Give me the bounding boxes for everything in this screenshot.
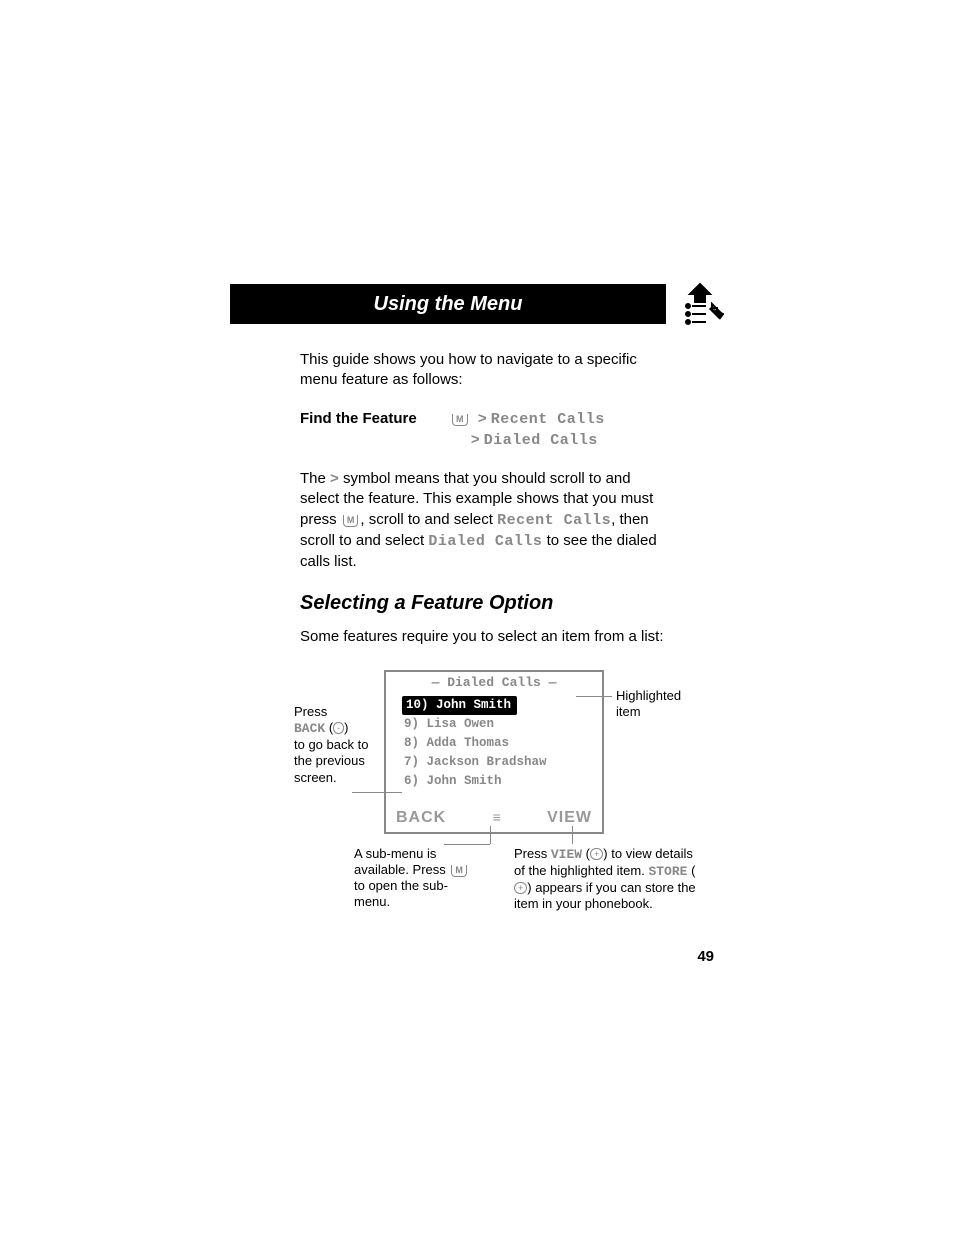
callout-line — [444, 844, 490, 845]
screen-title: — Dialed Calls — — [386, 674, 602, 692]
find-feature-label: Find the Feature — [300, 409, 450, 452]
section-heading: Selecting a Feature Option — [300, 590, 670, 617]
callout-view-label: VIEW — [551, 847, 582, 862]
callout-view: Press VIEW (+) to view details of the hi… — [514, 846, 704, 913]
softkey-right-icon-2: + — [514, 882, 527, 894]
callout-store-text: appears if you can store the item in you… — [514, 880, 696, 911]
menu-key-icon: M — [452, 414, 468, 426]
list-item: 6) John Smith — [402, 772, 594, 791]
softkey-view: VIEW — [547, 807, 592, 829]
callout-back-text: to go back to the previous screen. — [294, 737, 368, 785]
callout-view-press: Press — [514, 846, 551, 861]
list-item: 9) Lisa Owen — [402, 715, 594, 734]
callout-highlight: Highlighted item — [616, 688, 696, 721]
menu-key-icon-3: M — [451, 865, 467, 877]
dialed-calls-text-2: Dialed Calls — [428, 533, 542, 550]
explain-fragment-3: , scroll to and select — [360, 511, 497, 528]
explain-fragment-1: The — [300, 470, 330, 487]
screen-diagram: — Dialed Calls — 10) John Smith 9) Lisa … — [294, 666, 686, 922]
callout-submenu: A sub-menu is available. Press M to open… — [354, 846, 482, 911]
chapter-title: Using the Menu — [374, 293, 523, 316]
callout-line — [572, 826, 573, 844]
gt-symbol-2: > — [471, 431, 480, 448]
title-black-box: Using the Menu — [230, 284, 666, 324]
intro-text: This guide shows you how to navigate to … — [300, 350, 670, 391]
recent-calls-text: Recent Calls — [491, 411, 605, 428]
callout-submenu-1: A sub-menu is available. Press — [354, 846, 449, 877]
softkey-menu-icon: ≡ — [493, 808, 501, 827]
callout-back-label: BACK — [294, 721, 325, 736]
find-feature-body: M > Recent Calls > Dialed Calls — [450, 409, 670, 452]
list-item: 10) John Smith — [402, 696, 517, 715]
list-item: 7) Jackson Bradshaw — [402, 753, 594, 772]
some-features-text: Some features require you to select an i… — [300, 627, 670, 647]
menu-key-icon-2: M — [343, 515, 359, 527]
callout-store-label: STORE — [648, 864, 687, 879]
dialed-calls-text: Dialed Calls — [484, 432, 598, 449]
softkey-right-icon: + — [590, 848, 603, 860]
callout-back: Press BACK (-) to go back to the previou… — [294, 704, 380, 786]
callout-line — [576, 696, 612, 697]
softkey-row: BACK ≡ VIEW — [386, 807, 602, 829]
chapter-title-bar: Using the Menu — [230, 280, 724, 328]
screen-title-text: Dialed Calls — [447, 675, 541, 690]
gt-symbol: > — [478, 410, 487, 427]
explain-paragraph: The > symbol means that you should scrol… — [300, 469, 670, 572]
phone-screen: — Dialed Calls — 10) John Smith 9) Lisa … — [384, 670, 604, 834]
callout-line — [490, 826, 491, 844]
screen-list: 10) John Smith 9) Lisa Owen 8) Adda Thom… — [402, 695, 594, 790]
softkey-back: BACK — [396, 807, 446, 829]
callout-line — [352, 792, 402, 793]
navigate-icon — [676, 280, 724, 328]
gt-symbol-3: > — [330, 470, 339, 487]
softkey-left-icon: - — [333, 722, 344, 734]
recent-calls-text-2: Recent Calls — [497, 512, 611, 529]
page-number: 49 — [697, 948, 714, 965]
callout-back-press: Press — [294, 704, 327, 719]
find-feature-row: Find the Feature M > Recent Calls > Dial… — [300, 409, 670, 452]
callout-submenu-2: to open the sub-menu. — [354, 878, 448, 909]
list-item: 8) Adda Thomas — [402, 734, 594, 753]
